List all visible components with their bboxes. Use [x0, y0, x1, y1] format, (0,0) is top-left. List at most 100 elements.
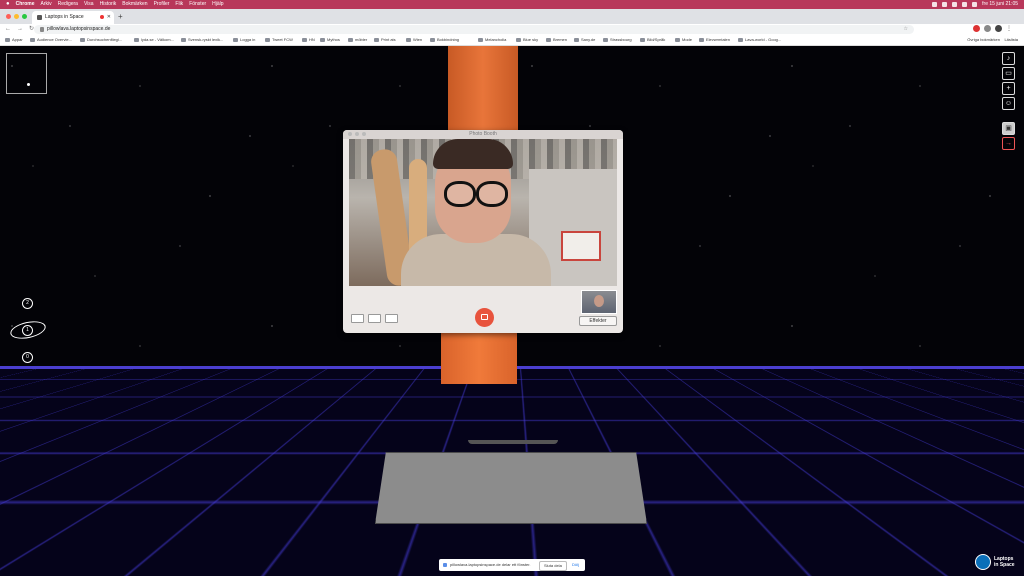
key-command-right: command [702, 564, 768, 576]
menu-flik[interactable]: Flik [175, 0, 183, 9]
person-hair [433, 139, 513, 169]
bookmark-item[interactable]: HN [302, 35, 315, 45]
bookmark-item[interactable]: Svensk-ryskt lexik... [181, 35, 223, 45]
video-mode-icon[interactable] [385, 314, 398, 323]
bookmark-item[interactable]: Melancholia [478, 35, 506, 45]
bookmark-star-icon[interactable]: ☆ [904, 25, 908, 34]
effects-button[interactable]: Effekter [579, 316, 617, 326]
reading-list[interactable]: Läslista [1004, 37, 1018, 42]
new-tab-icon[interactable]: + [118, 12, 123, 22]
microphone-icon[interactable]: ♪ [1002, 52, 1015, 65]
menu-profiler[interactable]: Profiler [154, 0, 170, 9]
key-command-left: command [330, 564, 396, 576]
glasses-right [476, 181, 508, 207]
camera-icon[interactable]: ▭ [1002, 67, 1015, 80]
bookmark-item[interactable]: Appar [5, 35, 23, 45]
lock-icon[interactable] [40, 27, 44, 32]
bookmark-item[interactable]: Bokbindning [430, 35, 459, 45]
photo-thumbnail[interactable] [581, 290, 617, 314]
tab-laptops-in-space[interactable]: Laptops in Space ✕ [32, 11, 114, 24]
bookmark-item[interactable]: Lava-world - Goog... [738, 35, 781, 45]
bookmark-item[interactable]: Audience Overvie... [30, 35, 72, 45]
bookmark-item[interactable]: Logga in [233, 35, 255, 45]
photo-booth-controls: Effekter [343, 286, 623, 333]
bookmark-item[interactable]: Wien [406, 35, 422, 45]
bookmark-item[interactable]: Tweet FCW [265, 35, 293, 45]
url-field[interactable]: pillowlava.laptopsinspace.de ☆ [34, 25, 914, 34]
bookmark-item[interactable]: Bremen [546, 35, 567, 45]
bookmark-item[interactable]: lyda.se - Välkom... [134, 35, 174, 45]
extension-gray-icon[interactable] [984, 25, 991, 32]
apple-icon[interactable]: ● [6, 0, 10, 9]
bookmark-item[interactable]: möbler [348, 35, 367, 45]
nav-buttons: ← → ↻ [5, 25, 34, 34]
maximize-window-icon[interactable] [362, 132, 366, 136]
mac-menubar: ● Chrome Arkiv Redigera Visa Historik Bo… [0, 0, 1024, 9]
maximize-window-icon[interactable] [22, 14, 27, 19]
laptop-hinge [468, 440, 558, 444]
key-option-right: option [772, 564, 828, 576]
screen-share-icon[interactable]: ▣ [1002, 122, 1015, 135]
menu-visa[interactable]: Visa [84, 0, 94, 9]
dropbox-icon[interactable] [932, 2, 937, 7]
menu-dots-icon[interactable]: ⋮ [1006, 25, 1012, 32]
other-bookmarks[interactable]: Övriga bokmärken [967, 37, 1000, 42]
menu-redigera[interactable]: Redigera [58, 0, 78, 9]
minimize-window-icon[interactable] [355, 132, 359, 136]
info-button[interactable]: i [7, 554, 21, 569]
hide-button[interactable]: Dölj [572, 559, 579, 571]
menu-hjalp[interactable]: Hjälp [212, 0, 223, 9]
menu-arkiv[interactable]: Arkiv [41, 0, 52, 9]
minimize-window-icon[interactable] [14, 14, 19, 19]
photo-booth-titlebar[interactable]: Photo Booth [343, 130, 623, 139]
bookmark-item[interactable]: Strassbourg [603, 35, 632, 45]
menu-fonster[interactable]: Fönster [189, 0, 206, 9]
person-settings-icon[interactable]: ☺ [1002, 97, 1015, 110]
single-photo-mode-icon[interactable] [368, 314, 381, 323]
orbit-level-selector: 2 1 0 [8, 296, 48, 366]
tab-title: Laptops in Space [45, 11, 84, 24]
bookmark-item[interactable]: Sany.de [574, 35, 595, 45]
bookmark-item[interactable]: Mythos [320, 35, 340, 45]
bookmark-item[interactable]: Bild/Språk [640, 35, 665, 45]
control-center-icon[interactable] [972, 2, 977, 7]
exit-icon[interactable]: → [1002, 137, 1015, 150]
window-controls [6, 14, 27, 19]
profile-avatar[interactable] [995, 25, 1002, 32]
menu-historik[interactable]: Historik [100, 0, 117, 9]
clock[interactable]: fre 15 juni 21:05 [982, 0, 1018, 9]
bookmark-item[interactable]: Elevwrmtalen [699, 35, 730, 45]
close-window-icon[interactable] [348, 132, 352, 136]
photo-booth-window[interactable]: Photo Booth Effekter [343, 130, 623, 333]
bookmarks-right: Övriga bokmärken Läslista [967, 35, 1018, 45]
search-icon[interactable] [962, 2, 967, 7]
status-area: fre 15 juni 21:05 [932, 0, 1018, 9]
bookmark-item[interactable]: Print ats [374, 35, 396, 45]
bookmark-item[interactable]: Mode [675, 35, 692, 45]
orbit-level-0[interactable]: 0 [22, 352, 33, 363]
add-person-icon[interactable]: + [1002, 82, 1015, 95]
battery-icon[interactable] [942, 2, 947, 7]
minimap[interactable] [6, 53, 47, 94]
favicon-icon [37, 15, 42, 20]
bookmark-item[interactable]: Durchsuchenfliegi... [80, 35, 122, 45]
shutter-camera-button[interactable] [475, 308, 494, 327]
close-tab-icon[interactable]: ✕ [107, 11, 111, 24]
menu-bokmarken[interactable]: Bokmärken [122, 0, 147, 9]
bookmark-item[interactable]: Blue sky [516, 35, 538, 45]
screen-share-notification: pillowlava.laptopsinspace.de delar ett f… [439, 559, 585, 571]
orange-beam-top [448, 46, 518, 138]
space-scene[interactable]: 2 1 0 ♪ ▭ + ☺ ▣ → Photo Booth Effekter o… [0, 46, 1024, 576]
extension-red-icon[interactable] [973, 25, 980, 32]
close-window-icon[interactable] [6, 14, 11, 19]
orbit-level-1[interactable]: 1 [22, 325, 33, 336]
back-icon[interactable]: ← [5, 25, 11, 34]
capture-mode-selector [351, 314, 398, 323]
background-box [561, 231, 601, 261]
four-photo-mode-icon[interactable] [351, 314, 364, 323]
stop-sharing-button[interactable]: Sluta dela [539, 561, 567, 571]
forward-icon[interactable]: → [17, 25, 23, 34]
menu-app[interactable]: Chrome [16, 0, 35, 9]
orbit-level-2[interactable]: 2 [22, 298, 33, 309]
wifi-icon[interactable] [952, 2, 957, 7]
